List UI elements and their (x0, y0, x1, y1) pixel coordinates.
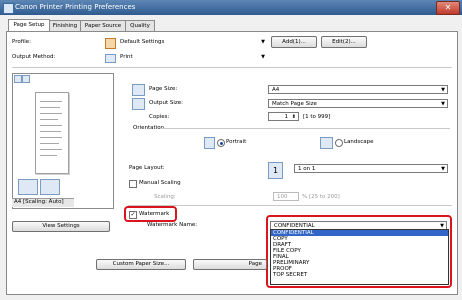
view-settings-button[interactable]: View Settings (12, 221, 110, 232)
preview-view-icon[interactable] (14, 75, 22, 83)
close-button[interactable]: ✕ (436, 1, 460, 15)
separator (160, 128, 450, 129)
window-title: Canon Printer Printing Preferences (15, 3, 136, 11)
chevron-down-icon: ▼ (441, 166, 445, 172)
chevron-down-icon: ▼ (261, 54, 265, 60)
watermark-checkbox[interactable]: ✓ (129, 211, 137, 219)
scaling-spinner[interactable]: 100 (273, 192, 299, 201)
manual-scaling-label: Manual Scaling (139, 180, 181, 186)
paper-preview (35, 92, 69, 174)
copies-value: 1 (284, 114, 289, 120)
output-size-value: Match Page Size (272, 101, 317, 107)
output-size-icon (132, 98, 145, 110)
profile-value: Default Settings (120, 39, 165, 45)
tab-quality[interactable]: Quality (125, 20, 155, 31)
landscape-radio[interactable] (335, 139, 343, 147)
portrait-radio[interactable] (217, 139, 225, 147)
edit-profile-button[interactable]: Edit(2)... (321, 36, 367, 48)
watermark-label: Watermark (139, 211, 170, 217)
output-size-label: Output Size: (149, 100, 183, 106)
copies-range: [1 to 999] (303, 114, 331, 120)
output-size-select[interactable]: Match Page Size ▼ (268, 99, 448, 108)
printer-icon (105, 54, 116, 63)
page-size-select[interactable]: A4 ▼ (268, 85, 448, 94)
portrait-label: Portrait (226, 139, 247, 145)
page-layout-icon: 1 (268, 162, 283, 179)
output-method-select[interactable]: Print ▼ (117, 53, 267, 62)
close-icon: ✕ (444, 3, 452, 12)
dropdown-item[interactable]: TOP SECRET (271, 272, 448, 278)
output-method-value: Print (120, 54, 133, 60)
printer-app-icon (3, 3, 14, 14)
copies-label: Copies: (149, 114, 170, 120)
page-layout-value: 1 on 1 (298, 166, 316, 172)
separator (12, 67, 452, 68)
chevron-down-icon: ▼ (261, 39, 265, 45)
preview-caption: A4 [Scaling: Auto] (14, 199, 64, 205)
portrait-icon (204, 137, 215, 149)
tab-finishing[interactable]: Finishing (49, 20, 81, 31)
separator (128, 205, 452, 206)
custom-paper-size-button[interactable]: Custom Paper Size... (96, 259, 186, 270)
scaling-label: Scaling: (154, 194, 176, 200)
printer-output-icon (18, 179, 38, 195)
page-size-label: Page Size: (149, 86, 178, 92)
profile-select[interactable]: Default Settings ▼ (117, 38, 267, 47)
page-options-button[interactable]: Page (193, 259, 267, 270)
document-icon (40, 179, 60, 195)
chevron-down-icon: ▼ (441, 101, 445, 107)
page-size-value: A4 (272, 87, 280, 93)
scaling-value: 100 (277, 194, 288, 200)
add-profile-button[interactable]: Add(1)... (271, 36, 317, 48)
page-layout-label: Page Layout: (129, 165, 165, 171)
chevron-down-icon: ▼ (441, 87, 445, 93)
profile-label: Profile: (12, 39, 31, 45)
landscape-label: Landscape (344, 139, 374, 145)
output-method-label: Output Method: (12, 54, 56, 60)
manual-scaling-checkbox[interactable] (129, 180, 137, 188)
landscape-icon (320, 137, 333, 149)
profile-icon (105, 38, 116, 49)
tab-paper-source[interactable]: Paper Source (80, 20, 126, 31)
scaling-range: % [25 to 200] (302, 194, 340, 200)
page-layout-select[interactable]: 1 on 1 ▼ (294, 164, 448, 173)
copies-spinner[interactable]: 1 ⬍ (268, 112, 299, 121)
printer-preview-icon[interactable] (22, 75, 30, 83)
spinner-arrows-icon[interactable]: ⬍ (292, 113, 296, 122)
watermark-name-label: Watermark Name: (147, 222, 198, 228)
watermark-dropdown-list: CONFIDENTIAL COPY DRAFT FILE COPY FINAL … (270, 229, 449, 285)
page-size-icon (132, 84, 145, 96)
